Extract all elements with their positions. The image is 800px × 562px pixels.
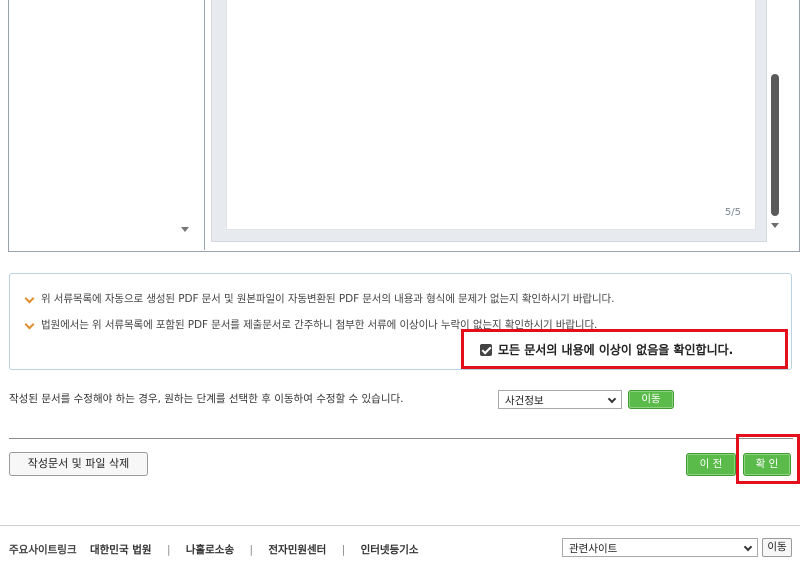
step-select[interactable]: 사건정보 <box>498 390 622 409</box>
preview-scrollbar[interactable] <box>767 0 783 242</box>
chevron-down-icon <box>24 319 35 329</box>
document-viewer-frame: 5/5 <box>8 0 800 252</box>
footer-link-court[interactable]: 대한민국 법원 <box>90 544 152 556</box>
pdf-page: 5/5 <box>226 0 756 230</box>
related-sites-value: 관련사이트 <box>569 543 618 555</box>
footer-divider <box>0 525 800 526</box>
list-scroll-down-icon[interactable] <box>181 227 189 232</box>
chevron-down-icon <box>24 293 35 303</box>
pdf-preview: 5/5 <box>211 0 767 242</box>
edit-step-text: 작성된 문서를 수정해야 하는 경우, 원하는 단계를 선택한 후 이동하여 수… <box>9 393 404 405</box>
chevron-down-icon <box>607 394 617 404</box>
highlight-box <box>736 434 800 484</box>
notice-item: 위 서류목록에 자동으로 생성된 PDF 문서 및 원본파일이 자동변환된 PD… <box>24 291 615 306</box>
footer-link-self-litigation[interactable]: 나홀로소송 <box>186 544 234 556</box>
scroll-down-icon[interactable] <box>771 223 779 228</box>
notice-text: 위 서류목록에 자동으로 생성된 PDF 문서 및 원본파일이 자동변환된 PD… <box>41 293 615 305</box>
move-button[interactable]: 이동 <box>628 390 674 409</box>
prev-button[interactable]: 이 전 <box>686 453 736 476</box>
related-sites-go-button[interactable]: 이동 <box>762 538 792 557</box>
highlight-box <box>461 329 788 369</box>
footer-link-registry[interactable]: 인터넷등기소 <box>361 544 419 556</box>
separator: | <box>249 544 254 556</box>
separator: | <box>341 544 346 556</box>
document-list-panel[interactable] <box>9 0 205 250</box>
delete-documents-button[interactable]: 작성문서 및 파일 삭제 <box>9 452 148 476</box>
related-sites-select[interactable]: 관련사이트 <box>562 538 758 557</box>
separator: | <box>166 544 171 556</box>
footer-link-e-civil[interactable]: 전자민원센터 <box>268 544 326 556</box>
footer-lead: 주요사이트링크 <box>9 544 77 556</box>
divider <box>9 438 793 439</box>
chevron-down-icon <box>743 542 753 552</box>
scrollbar-thumb[interactable] <box>771 74 779 216</box>
footer-links: 주요사이트링크 대한민국 법원 | 나홀로소송 | 전자민원센터 | 인터넷등기… <box>9 542 419 557</box>
step-select-value: 사건정보 <box>505 395 544 407</box>
page-indicator: 5/5 <box>724 207 741 218</box>
